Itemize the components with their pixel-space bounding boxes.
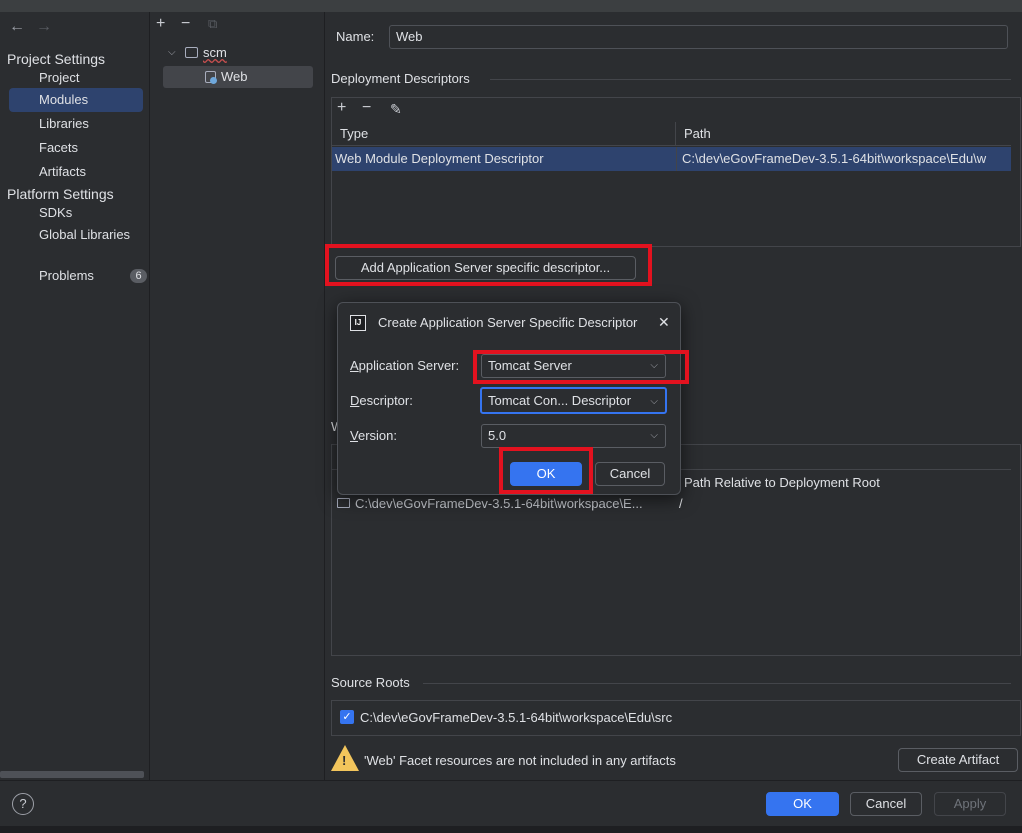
column-header-path-relative[interactable]: Path Relative to Deployment Root xyxy=(684,475,880,490)
folder-icon xyxy=(337,498,350,508)
tree-node-scm[interactable]: ⌵ scm xyxy=(163,42,313,64)
chevron-down-icon: ⌵ xyxy=(650,430,658,441)
divider xyxy=(676,147,677,171)
version-label: Version: xyxy=(350,428,397,443)
source-root-checkbox[interactable]: ✓ xyxy=(340,710,354,724)
web-dir-relative-path: / xyxy=(679,496,683,511)
edit-descriptor-icon[interactable]: ✎ xyxy=(390,101,402,117)
sidebar-item-global-libraries[interactable]: Global Libraries xyxy=(9,223,143,247)
descriptor-label-text: escriptor: xyxy=(359,393,413,408)
version-value: 5.0 xyxy=(488,428,507,443)
title-bar xyxy=(0,0,1022,12)
descriptor-select[interactable]: Tomcat Con... Descriptor ⌵ xyxy=(480,387,667,414)
back-arrow-icon[interactable]: ← xyxy=(9,18,25,36)
highlight-box xyxy=(499,447,593,494)
apply-button[interactable]: Apply xyxy=(934,792,1006,816)
descriptor-label: Descriptor: xyxy=(350,393,413,408)
remove-descriptor-icon[interactable]: − xyxy=(362,100,371,116)
dialog-cancel-button[interactable]: Cancel xyxy=(595,462,665,486)
version-label-text: ersion: xyxy=(357,428,397,443)
sidebar-scrollbar[interactable] xyxy=(0,771,144,778)
divider xyxy=(423,683,1011,684)
source-root-path: C:\dev\eGovFrameDev-3.5.1-64bit\workspac… xyxy=(360,710,673,725)
descriptor-value: Tomcat Con... Descriptor xyxy=(488,393,632,408)
intellij-app-icon: IJ xyxy=(350,315,366,331)
create-artifact-button[interactable]: Create Artifact xyxy=(898,748,1018,772)
remove-module-icon[interactable]: − xyxy=(181,16,190,32)
module-tree-panel xyxy=(151,12,325,780)
sidebar-item-facets[interactable]: Facets xyxy=(9,136,143,160)
tree-node-web[interactable]: Web xyxy=(163,66,313,88)
deployment-descriptors-table xyxy=(331,97,1021,247)
sidebar-item-problems[interactable]: Problems xyxy=(9,264,143,288)
chevron-down-icon: ⌵ xyxy=(168,47,176,58)
chevron-down-icon: ⌵ xyxy=(650,396,658,407)
column-header-path[interactable]: Path xyxy=(676,122,1011,146)
dialog-title: Create Application Server Specific Descr… xyxy=(378,315,638,330)
sidebar-item-sdks[interactable]: SDKs xyxy=(9,201,143,225)
add-server-descriptor-button[interactable]: Add Application Server specific descript… xyxy=(335,256,636,280)
sidebar-item-project[interactable]: Project xyxy=(9,66,143,90)
sidebar-item-artifacts[interactable]: Artifacts xyxy=(9,160,143,184)
divider xyxy=(490,79,1011,80)
forward-arrow-icon[interactable]: → xyxy=(36,18,52,36)
tree-node-label: scm xyxy=(203,45,227,60)
name-field[interactable]: Web xyxy=(389,25,1008,49)
warning-icon-mark: ! xyxy=(342,753,347,768)
add-module-icon[interactable]: + xyxy=(156,16,165,32)
version-select[interactable]: 5.0 ⌵ xyxy=(481,424,666,448)
sidebar-item-modules[interactable]: Modules xyxy=(9,88,143,112)
help-icon[interactable]: ? xyxy=(12,793,34,815)
ok-button[interactable]: OK xyxy=(766,792,839,816)
bottom-edge xyxy=(0,826,1022,833)
app-server-label-text: pplication Server: xyxy=(358,358,460,373)
close-icon[interactable]: ✕ xyxy=(656,314,672,331)
globe-icon xyxy=(210,77,217,84)
warning-message: 'Web' Facet resources are not included i… xyxy=(364,753,676,768)
module-folder-icon xyxy=(185,47,198,58)
sidebar-item-libraries[interactable]: Libraries xyxy=(9,112,143,136)
web-dir-path[interactable]: C:\dev\eGovFrameDev-3.5.1-64bit\workspac… xyxy=(355,496,643,511)
highlight-box xyxy=(473,350,689,384)
table-row[interactable]: Web Module Deployment Descriptor C:\dev\… xyxy=(332,147,1011,171)
app-server-label: Application Server: xyxy=(350,358,460,373)
problems-count-badge: 6 xyxy=(130,269,147,283)
row-path-cell: C:\dev\eGovFrameDev-3.5.1-64bit\workspac… xyxy=(682,151,987,166)
cancel-button[interactable]: Cancel xyxy=(850,792,922,816)
tree-node-label: Web xyxy=(221,69,248,84)
name-label: Name: xyxy=(336,29,375,44)
source-roots-title: Source Roots xyxy=(331,675,410,690)
add-descriptor-icon[interactable]: + xyxy=(337,100,346,116)
deployment-descriptors-title: Deployment Descriptors xyxy=(331,71,470,86)
platform-settings-heading: Platform Settings xyxy=(7,186,114,202)
column-header-type[interactable]: Type xyxy=(332,122,676,146)
copy-module-icon[interactable]: ⧉ xyxy=(208,16,217,32)
project-settings-heading: Project Settings xyxy=(7,51,106,67)
row-type-cell: Web Module Deployment Descriptor xyxy=(335,151,544,166)
